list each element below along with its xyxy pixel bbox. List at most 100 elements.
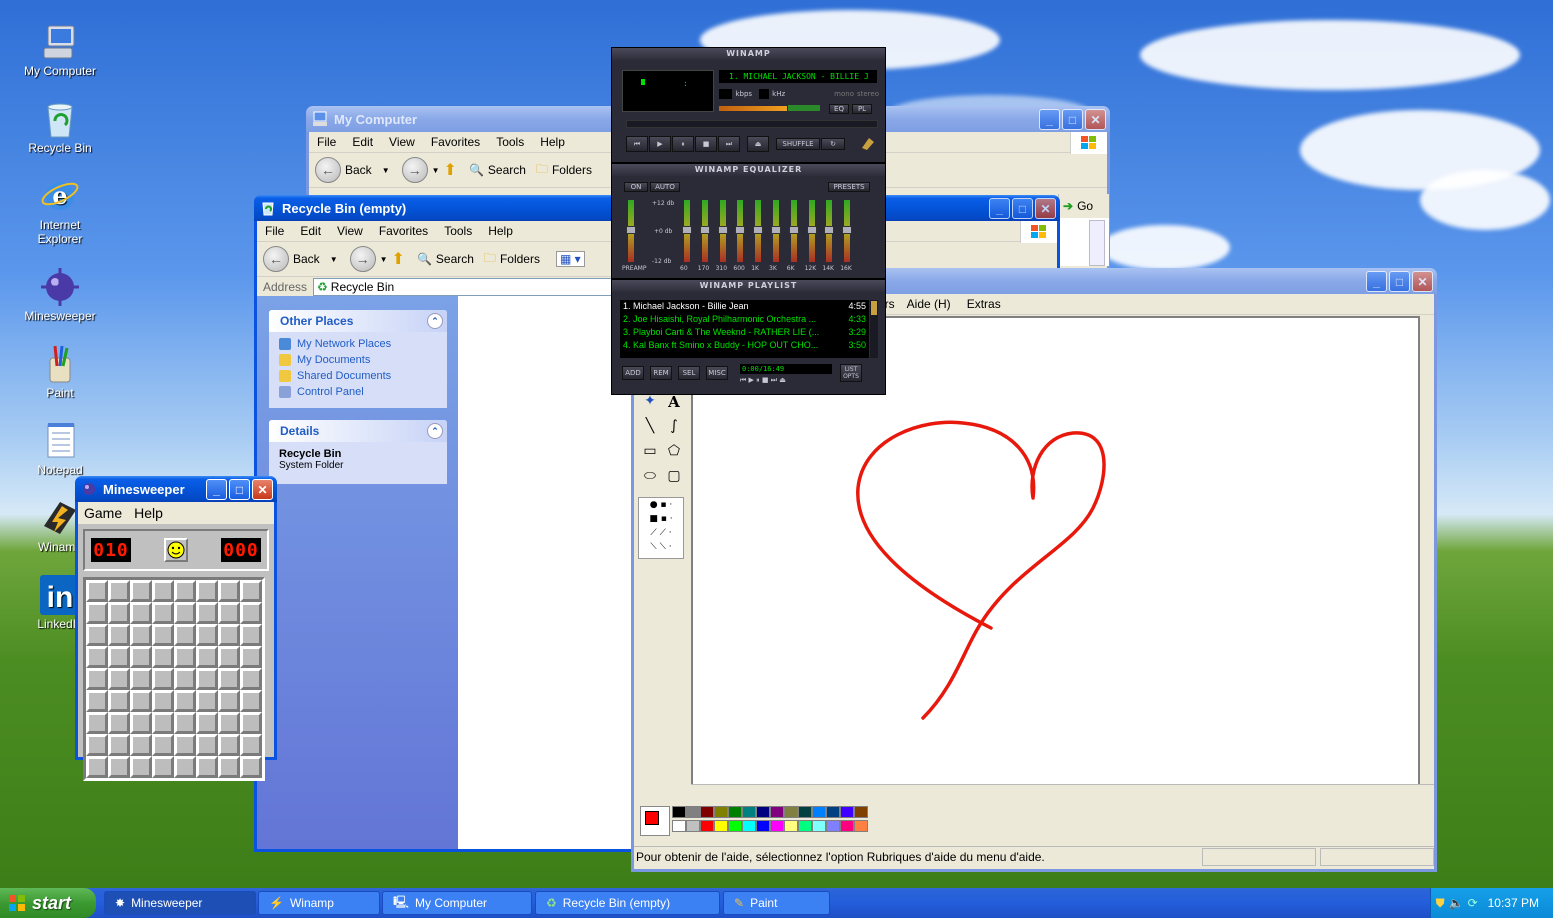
minimize-button[interactable]: _ [1039,109,1060,130]
views-icon[interactable]: ▦ ▾ [555,251,585,267]
mine-cell[interactable] [196,734,218,756]
equalizer-titlebar[interactable]: WINAMP EQUALIZER [612,164,885,176]
eq-slider-3k[interactable] [771,200,781,262]
menu-edit[interactable]: Edit [292,224,329,238]
link-control-panel[interactable]: Control Panel [269,384,447,400]
desktop-icon-my-computer[interactable]: My Computer [20,22,100,78]
menu-view[interactable]: View [329,224,371,238]
back-button[interactable]: ← [315,157,341,183]
scrollbar[interactable] [1089,220,1105,266]
mine-cell[interactable] [240,690,262,712]
start-button[interactable]: start [0,888,96,918]
maximize-button[interactable]: □ [229,479,250,500]
menu-file[interactable]: File [257,224,292,238]
eq-slider-knob[interactable] [824,226,835,234]
taskbar-item-winamp[interactable]: ⚡ Winamp [258,891,380,915]
palette-top-swatch-1[interactable] [686,806,700,818]
eq-auto-button[interactable]: AUTO [650,182,680,192]
palette-bottom-swatch-0[interactable] [672,820,686,832]
search-button[interactable]: Search [488,163,526,177]
palette-bottom-swatch-10[interactable] [812,820,826,832]
playlist-sel-button[interactable]: SEL [678,366,700,380]
eq-slider-16k[interactable] [842,200,853,262]
menu-file[interactable]: File [309,135,344,149]
minimize-button[interactable]: _ [1366,271,1387,292]
seek-bar[interactable] [626,120,878,128]
menu-edit[interactable]: Edit [344,135,381,149]
mine-cell[interactable] [218,580,240,602]
palette-bottom-swatch-5[interactable] [742,820,756,832]
list-options-button[interactable]: LIST OPTS [840,364,862,382]
desktop-icon-minesweeper[interactable]: Minesweeper [20,267,100,323]
smiley-button[interactable] [164,538,188,562]
menu-help[interactable]: Help [532,135,573,149]
eq-slider-6k[interactable] [788,200,799,262]
palette-top-swatch-4[interactable] [728,806,742,818]
mine-cell[interactable] [218,602,240,624]
eq-slider-knob[interactable] [806,226,817,234]
palette-top-swatch-6[interactable] [756,806,770,818]
playlist-misc-button[interactable]: MISC [706,366,728,380]
eq-slider-knob[interactable] [788,226,799,234]
mine-cell[interactable] [86,734,108,756]
horizontal-scrollbar[interactable] [691,784,1434,797]
menu-help[interactable]: Help [128,505,169,521]
mine-cell[interactable] [86,624,108,646]
mine-cell[interactable] [218,712,240,734]
next-button[interactable]: ⏭ [718,136,740,152]
playlist-titlebar[interactable]: WINAMP PLAYLIST [612,280,885,292]
eq-slider-12k[interactable] [806,200,817,262]
mine-cell[interactable] [152,712,174,734]
mine-cell[interactable] [152,646,174,668]
mine-cell[interactable] [152,580,174,602]
palette-top-swatch-5[interactable] [742,806,756,818]
back-button[interactable]: ← [263,246,289,272]
mine-cell[interactable] [174,734,196,756]
palette-top-swatch-10[interactable] [812,806,826,818]
rectangle-tool-icon[interactable]: ▭ [638,443,662,468]
collapse-chevron-icon[interactable]: ⌃ [427,313,443,329]
eq-slider-170[interactable] [699,200,710,262]
mine-cell[interactable] [152,690,174,712]
mine-cell[interactable] [152,668,174,690]
line-tool-icon[interactable]: ╲ [638,418,662,443]
airbrush-tool-icon[interactable]: ✦ [638,393,662,418]
mine-cell[interactable] [240,602,262,624]
palette-bottom-swatch-7[interactable] [770,820,784,832]
previous-button[interactable]: ⏮ [626,136,648,152]
mine-cell[interactable] [240,646,262,668]
eq-slider-knob[interactable] [682,226,692,234]
eq-slider-14k[interactable] [824,200,835,262]
collapse-chevron-icon[interactable]: ⌃ [427,423,443,439]
link-my-documents[interactable]: My Documents [269,352,447,368]
palette-bottom-swatch-13[interactable] [854,820,868,832]
close-button[interactable]: ✕ [1412,271,1433,292]
forward-button[interactable]: → [349,246,376,272]
taskbar-item-paint[interactable]: ✎ Paint [723,891,830,915]
eject-button[interactable]: ⏏ [747,136,769,152]
mine-cell[interactable] [218,690,240,712]
mine-cell[interactable] [174,624,196,646]
menu-help[interactable]: Help [480,224,521,238]
details-header[interactable]: Details ⌃ [269,420,447,442]
palette-bottom-swatch-1[interactable] [686,820,700,832]
link-my-network-places[interactable]: My Network Places [269,336,447,352]
minimize-button[interactable]: _ [206,479,227,500]
desktop-icon-notepad[interactable]: Notepad [20,421,100,477]
folders-button[interactable]: Folders [552,163,592,177]
palette-bottom-swatch-6[interactable] [756,820,770,832]
palette-top-swatch-11[interactable] [826,806,840,818]
mine-cell[interactable] [130,712,152,734]
palette-bottom-swatch-3[interactable] [714,820,728,832]
mine-cell[interactable] [130,668,152,690]
desktop-icon-internet-explorer[interactable]: e Internet Explorer [20,176,100,246]
eq-slider-knob[interactable] [735,226,746,234]
palette-top-swatch-3[interactable] [714,806,728,818]
eq-slider-knob[interactable] [699,226,710,234]
tool-options-box[interactable]: ● ▪ · ■ ▪ · ⟋ ⟋ · ⟍ ⟍ · [638,497,684,559]
playlist-rem-button[interactable]: REM [650,366,672,380]
close-button[interactable]: ✕ [1035,198,1056,219]
mine-cell[interactable] [174,756,196,778]
curve-tool-icon[interactable]: ∫ [662,418,686,443]
mine-cell[interactable] [130,734,152,756]
